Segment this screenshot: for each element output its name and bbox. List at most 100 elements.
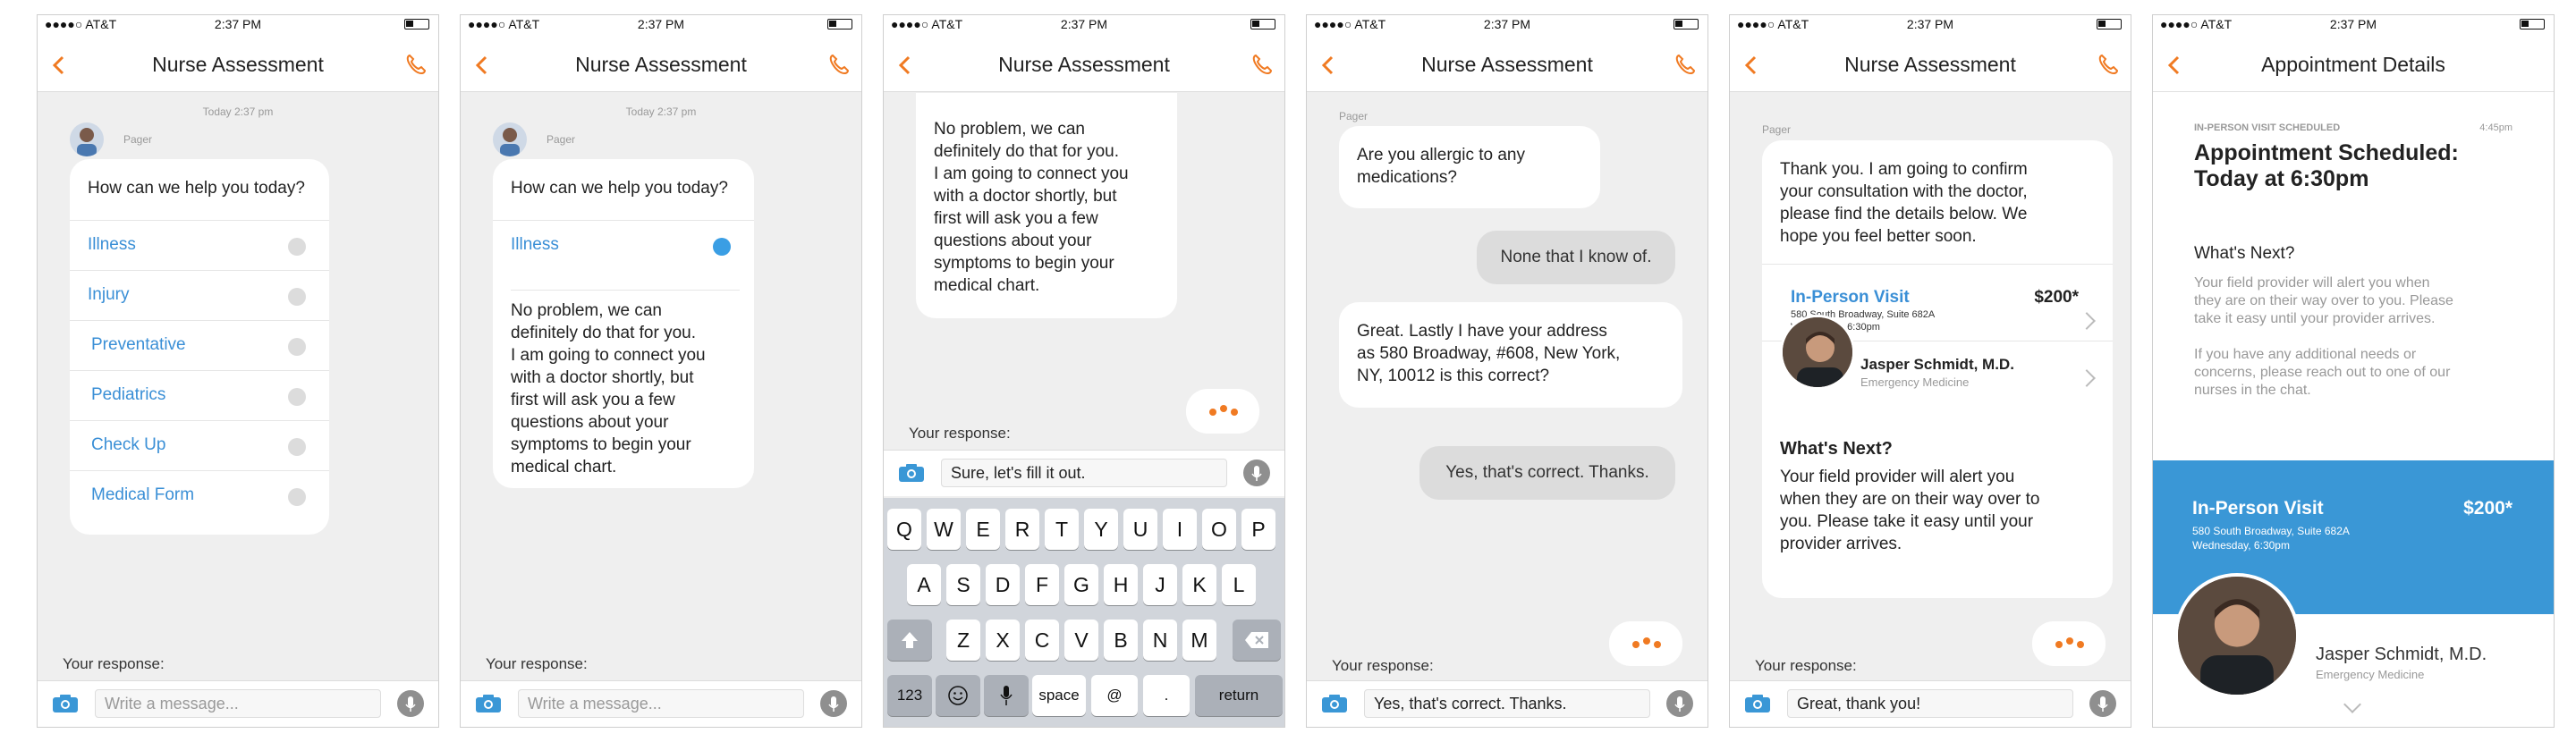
emoji-key-icon[interactable]	[936, 675, 980, 716]
typing-indicator	[1186, 389, 1259, 434]
phone-call-icon[interactable]	[827, 53, 851, 76]
page-title: Nurse Assessment	[152, 53, 324, 76]
key-y[interactable]: Y	[1084, 509, 1118, 550]
chevron-right-icon	[2078, 312, 2096, 330]
battery-icon	[404, 19, 429, 30]
sender-label: Pager	[1339, 110, 1368, 122]
paragraph-line: If you have any additional needs or	[2194, 347, 2417, 362]
return-key[interactable]: return	[1195, 675, 1283, 716]
input-bar: Great, thank you!	[1730, 680, 2131, 727]
next-text: Your field provider will alert you when t…	[1780, 466, 2039, 555]
radio-icon[interactable]	[288, 338, 306, 356]
key-n[interactable]: N	[1143, 620, 1177, 661]
key-f[interactable]: F	[1025, 564, 1059, 605]
option-label: Illness	[88, 235, 136, 254]
bubble-line: Thank you. I am going to confirm	[1780, 160, 2028, 179]
message-input[interactable]: Sure, let's fill it out.	[941, 459, 1227, 487]
radio-icon[interactable]	[288, 388, 306, 406]
dictation-key-icon[interactable]	[984, 675, 1029, 716]
period-key[interactable]: .	[1143, 675, 1190, 716]
option-check-up[interactable]: Check Up	[70, 420, 329, 470]
reply-line: definitely do that for you.	[934, 142, 1120, 161]
page-title: Appointment Details	[2261, 53, 2445, 76]
numbers-key[interactable]: 123	[887, 675, 932, 716]
microphone-icon[interactable]	[1666, 690, 1693, 717]
key-u[interactable]: U	[1123, 509, 1157, 550]
key-a[interactable]: A	[907, 564, 941, 605]
key-w[interactable]: W	[927, 509, 961, 550]
radio-icon[interactable]	[288, 438, 306, 456]
key-d[interactable]: D	[986, 564, 1020, 605]
option-illness[interactable]: Illness	[70, 220, 329, 270]
key-q[interactable]: Q	[887, 509, 921, 550]
reply-line: symptoms to begin your	[511, 435, 691, 454]
key-i[interactable]: I	[1163, 509, 1197, 550]
option-preventative[interactable]: Preventative	[70, 320, 329, 370]
status-bar: ●●●●○ AT&T 2:37 PM	[1730, 15, 2131, 33]
key-s[interactable]: S	[946, 564, 980, 605]
option-pediatrics[interactable]: Pediatrics	[70, 370, 329, 420]
doctor-name: Jasper Schmidt, M.D.	[1860, 356, 2014, 373]
key-t[interactable]: T	[1045, 509, 1079, 550]
question-card: How can we help you today? Illness No pr…	[493, 159, 754, 488]
nav-bar: Nurse Assessment	[38, 33, 438, 92]
option-medical-form[interactable]: Medical Form	[70, 470, 329, 520]
key-l[interactable]: L	[1222, 564, 1256, 605]
radio-icon[interactable]	[288, 488, 306, 506]
microphone-icon[interactable]	[1243, 460, 1270, 486]
key-c[interactable]: C	[1025, 620, 1059, 661]
doctor-photo	[2174, 573, 2300, 698]
next-title: What's Next?	[1780, 439, 1893, 459]
next-paragraph-2: If you have any additional needs or conce…	[2194, 346, 2450, 400]
message-input[interactable]: Yes, that's correct. Thanks.	[1364, 689, 1650, 718]
backspace-key-icon[interactable]	[1233, 620, 1281, 661]
radio-selected-icon[interactable]	[713, 238, 731, 256]
phone-call-icon[interactable]	[404, 53, 428, 76]
microphone-icon[interactable]	[397, 690, 424, 717]
message-input[interactable]: Great, thank you!	[1787, 689, 2073, 718]
option-label: Injury	[88, 285, 130, 304]
key-z[interactable]: Z	[946, 620, 980, 661]
key-x[interactable]: X	[986, 620, 1020, 661]
reply-line: No problem, we can	[934, 120, 1085, 139]
camera-icon[interactable]	[898, 463, 925, 483]
key-m[interactable]: M	[1182, 620, 1216, 661]
phone-call-icon[interactable]	[1250, 53, 1274, 76]
microphone-icon[interactable]	[2089, 690, 2116, 717]
key-h[interactable]: H	[1104, 564, 1138, 605]
chevron-down-icon[interactable]	[2343, 696, 2361, 713]
radio-icon[interactable]	[288, 238, 306, 256]
key-p[interactable]: P	[1241, 509, 1275, 550]
radio-icon[interactable]	[288, 288, 306, 306]
doctor-row[interactable]: Jasper Schmidt, M.D. Emergency Medicine	[1762, 315, 2113, 412]
key-e[interactable]: E	[966, 509, 1000, 550]
message-input[interactable]: Write a message...	[95, 689, 381, 718]
key-o[interactable]: O	[1202, 509, 1236, 550]
option-injury[interactable]: Injury	[70, 270, 329, 320]
microphone-icon[interactable]	[820, 690, 847, 717]
phone-call-icon[interactable]	[2097, 53, 2120, 76]
nurse-avatar	[70, 122, 104, 156]
space-key[interactable]: space	[1032, 675, 1086, 716]
phone-screen-1: ●●●●○ AT&T 2:37 PM Nurse Assessment Today…	[37, 14, 439, 728]
shift-key-icon[interactable]	[887, 620, 932, 661]
phone-screen-5: ●●●●○ AT&T 2:37 PM Nurse Assessment Pager…	[1729, 14, 2131, 728]
option-label: Medical Form	[91, 485, 195, 504]
camera-icon[interactable]	[1744, 694, 1771, 713]
key-j[interactable]: J	[1143, 564, 1177, 605]
key-g[interactable]: G	[1064, 564, 1098, 605]
key-b[interactable]: B	[1104, 620, 1138, 661]
message-input[interactable]: Write a message...	[518, 689, 804, 718]
bubble-line: medications?	[1357, 168, 1457, 187]
paragraph-line: they are on their way over to you. Pleas…	[2194, 293, 2453, 308]
phone-call-icon[interactable]	[1674, 53, 1697, 76]
key-k[interactable]: K	[1182, 564, 1216, 605]
at-key[interactable]: @	[1091, 675, 1138, 716]
camera-icon[interactable]	[475, 694, 502, 713]
option-illness-selected[interactable]: Illness	[493, 220, 754, 270]
camera-icon[interactable]	[1321, 694, 1348, 713]
visit-address: 580 South Broadway, Suite 682A	[2192, 525, 2350, 537]
key-v[interactable]: V	[1064, 620, 1098, 661]
camera-icon[interactable]	[52, 694, 79, 713]
key-r[interactable]: R	[1005, 509, 1039, 550]
